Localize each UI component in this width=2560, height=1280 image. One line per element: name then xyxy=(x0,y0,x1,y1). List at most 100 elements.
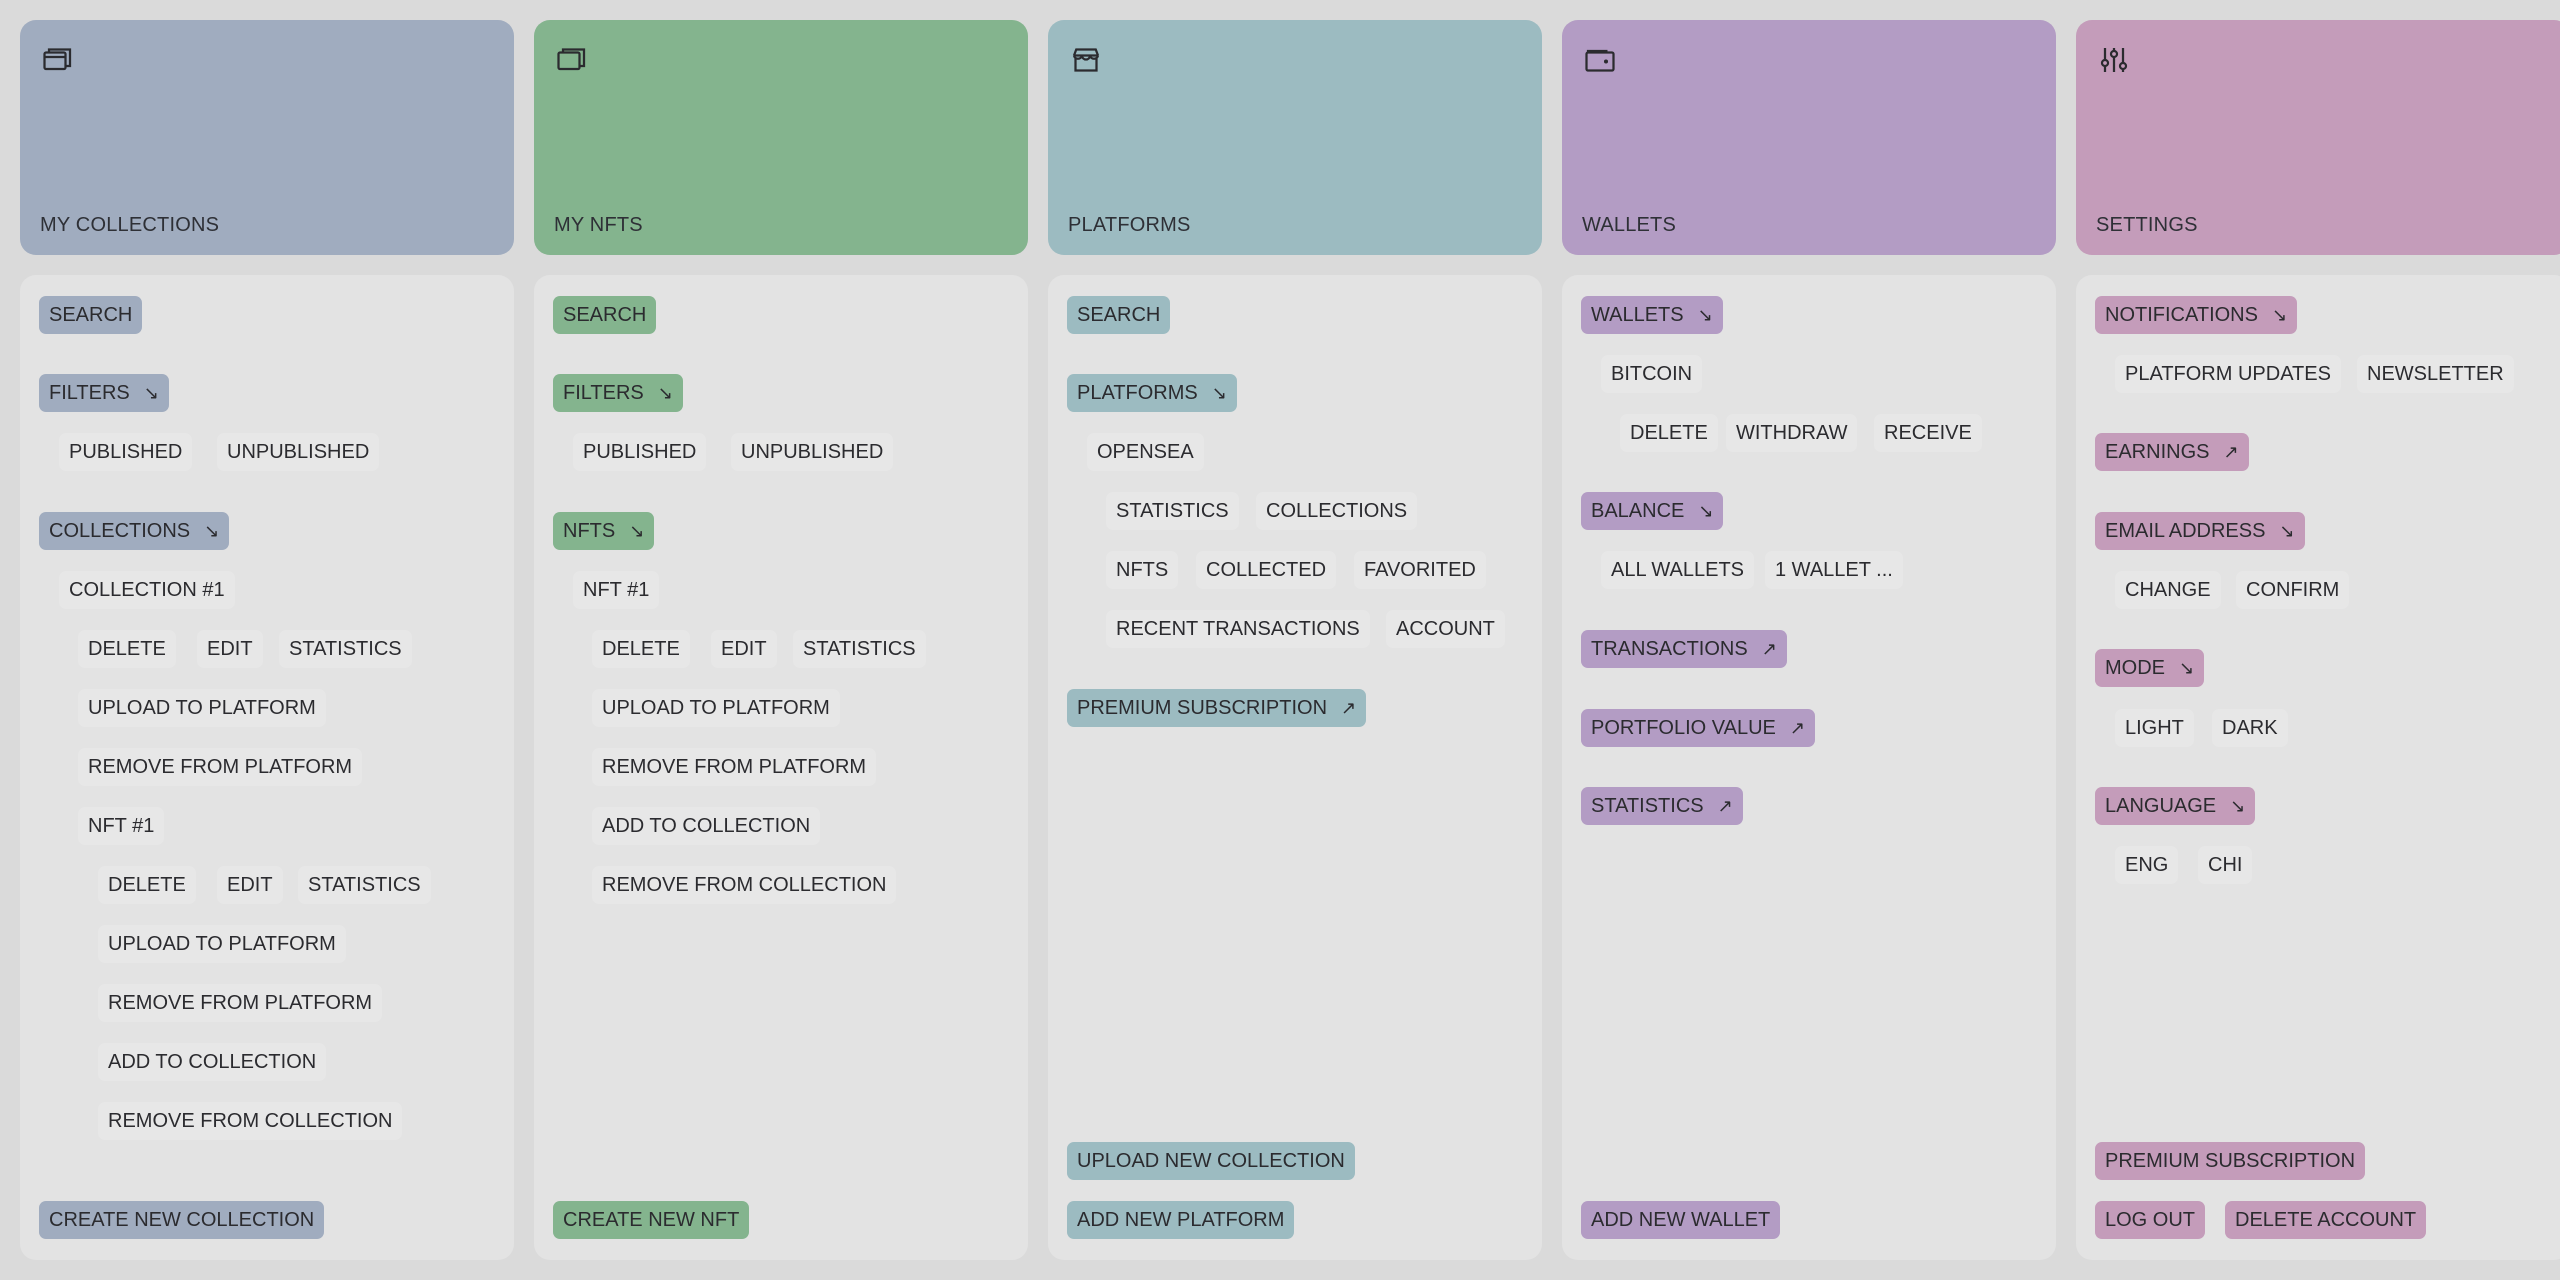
email-confirm-button[interactable]: CONFIRM xyxy=(2236,571,2350,609)
nft-edit-button[interactable]: EDIT xyxy=(711,630,777,668)
create-new-collection-button[interactable]: CREATE NEW COLLECTION xyxy=(39,1201,325,1239)
wallet-bitcoin[interactable]: BITCOIN xyxy=(1601,355,1703,393)
log-out-button[interactable]: LOG OUT xyxy=(2095,1201,2206,1239)
wallets-card[interactable]: WALLETS xyxy=(1562,20,2056,255)
my-nfts-title: MY NFTS xyxy=(554,214,643,236)
language-label: LANGUAGE xyxy=(2105,795,2217,817)
collection-upload-to-platform-button[interactable]: UPLOAD TO PLATFORM xyxy=(78,689,326,727)
email-address-label: EMAIL ADDRESS xyxy=(2105,520,2266,542)
storefront-icon xyxy=(1068,42,1104,78)
nft-remove-from-platform-button[interactable]: REMOVE FROM PLATFORM xyxy=(592,748,877,786)
nft-statistics-button[interactable]: STATISTICS xyxy=(298,866,431,904)
collection-statistics-button[interactable]: STATISTICS xyxy=(279,630,412,668)
nft-upload-to-platform-button[interactable]: UPLOAD TO PLATFORM xyxy=(98,925,346,963)
search-button[interactable]: SEARCH xyxy=(553,296,657,334)
nft-delete-button[interactable]: DELETE xyxy=(98,866,196,904)
platform-favorited-button[interactable]: FAVORITED xyxy=(1354,551,1486,589)
arrow-down-right-icon: ↘ xyxy=(2271,305,2288,325)
nft-statistics-button[interactable]: STATISTICS xyxy=(793,630,926,668)
transactions-link[interactable]: TRANSACTIONS ↗ xyxy=(1581,630,1787,668)
my-collections-panel: SEARCH FILTERS ↘ PUBLISHED UNPUBLISHED CO… xyxy=(20,275,514,1260)
nft-item[interactable]: NFT #1 xyxy=(78,807,165,845)
arrow-down-right-icon: ↘ xyxy=(629,521,645,541)
earnings-link[interactable]: EARNINGS ↗ xyxy=(2095,433,2249,471)
collection-edit-button[interactable]: EDIT xyxy=(197,630,263,668)
wallets-toggle[interactable]: WALLETS ↘ xyxy=(1581,296,1723,334)
mode-toggle[interactable]: MODE ↘ xyxy=(2095,649,2205,687)
delete-account-button[interactable]: DELETE ACCOUNT xyxy=(2225,1201,2427,1239)
nft-remove-from-platform-button[interactable]: REMOVE FROM PLATFORM xyxy=(98,984,383,1022)
filters-label: FILTERS xyxy=(563,382,644,404)
filter-published[interactable]: PUBLISHED xyxy=(59,433,193,471)
filter-published[interactable]: PUBLISHED xyxy=(573,433,707,471)
settings-card[interactable]: SETTINGS xyxy=(2076,20,2560,255)
platform-collected-button[interactable]: COLLECTED xyxy=(1196,551,1337,589)
filter-unpublished[interactable]: UNPUBLISHED xyxy=(217,433,380,471)
premium-subscription-button[interactable]: PREMIUM SUBSCRIPTION xyxy=(2095,1142,2366,1180)
column-my-nfts: MY NFTS SEARCH FILTERS ↘ PUBLISHED UNPUBL… xyxy=(534,0,1028,1280)
wallet-delete-button[interactable]: DELETE xyxy=(1620,414,1718,452)
nfts-label: NFTS xyxy=(563,520,616,542)
add-new-wallet-button[interactable]: ADD NEW WALLET xyxy=(1581,1201,1781,1239)
settings-panel: NOTIFICATIONS ↘ PLATFORM UPDATES NEWSLETT… xyxy=(2076,275,2560,1260)
search-button[interactable]: SEARCH xyxy=(39,296,143,334)
transactions-label: TRANSACTIONS xyxy=(1591,638,1748,660)
nft-remove-from-collection-button[interactable]: REMOVE FROM COLLECTION xyxy=(98,1102,403,1140)
notifications-toggle[interactable]: NOTIFICATIONS ↘ xyxy=(2095,296,2298,334)
column-platforms: PLATFORMS SEARCH PLATFORMS ↘ OPENSEA STAT… xyxy=(1048,0,1542,1280)
nft-upload-to-platform-button[interactable]: UPLOAD TO PLATFORM xyxy=(592,689,840,727)
collection-remove-from-platform-button[interactable]: REMOVE FROM PLATFORM xyxy=(78,748,363,786)
nft-edit-button[interactable]: EDIT xyxy=(217,866,283,904)
balance-one-wallet[interactable]: 1 WALLET ... xyxy=(1765,551,1903,589)
nft-item[interactable]: NFT #1 xyxy=(573,571,660,609)
mode-dark[interactable]: DARK xyxy=(2212,709,2288,747)
language-toggle[interactable]: LANGUAGE ↘ xyxy=(2095,787,2256,825)
create-new-nft-button[interactable]: CREATE NEW NFT xyxy=(553,1201,750,1239)
platform-collections-button[interactable]: COLLECTIONS xyxy=(1256,492,1418,530)
filter-unpublished[interactable]: UNPUBLISHED xyxy=(731,433,894,471)
nft-add-to-collection-button[interactable]: ADD TO COLLECTION xyxy=(592,807,821,845)
platform-recent-transactions-button[interactable]: RECENT TRANSACTIONS xyxy=(1106,610,1370,648)
portfolio-value-link[interactable]: PORTFOLIO VALUE ↗ xyxy=(1581,709,1815,747)
email-address-toggle[interactable]: EMAIL ADDRESS ↘ xyxy=(2095,512,2305,550)
collection-delete-button[interactable]: DELETE xyxy=(78,630,176,668)
collection-item[interactable]: COLLECTION #1 xyxy=(59,571,235,609)
platform-nfts-button[interactable]: NFTS xyxy=(1106,551,1179,589)
add-new-platform-button[interactable]: ADD NEW PLATFORM xyxy=(1067,1201,1295,1239)
statistics-link[interactable]: STATISTICS ↗ xyxy=(1581,787,1743,825)
filters-toggle[interactable]: FILTERS ↘ xyxy=(39,374,169,412)
nft-remove-from-collection-button[interactable]: REMOVE FROM COLLECTION xyxy=(592,866,897,904)
my-nfts-panel: SEARCH FILTERS ↘ PUBLISHED UNPUBLISHED NF… xyxy=(534,275,1028,1260)
wallet-icon xyxy=(1582,42,1618,78)
notification-newsletter[interactable]: NEWSLETTER xyxy=(2357,355,2514,393)
mode-light[interactable]: LIGHT xyxy=(2115,709,2194,747)
balance-toggle[interactable]: BALANCE ↘ xyxy=(1581,492,1724,530)
platform-statistics-button[interactable]: STATISTICS xyxy=(1106,492,1239,530)
nft-add-to-collection-button[interactable]: ADD TO COLLECTION xyxy=(98,1043,327,1081)
notification-platform-updates[interactable]: PLATFORM UPDATES xyxy=(2115,355,2341,393)
wallet-withdraw-button[interactable]: WITHDRAW xyxy=(1726,414,1858,452)
collections-toggle[interactable]: COLLECTIONS ↘ xyxy=(39,512,230,550)
platforms-toggle[interactable]: PLATFORMS ↘ xyxy=(1067,374,1237,412)
arrow-down-right-icon: ↘ xyxy=(2230,796,2246,816)
nfts-toggle[interactable]: NFTS ↘ xyxy=(553,512,655,550)
notifications-label: NOTIFICATIONS xyxy=(2105,304,2258,326)
arrow-up-right-icon: ↗ xyxy=(2223,442,2239,462)
platform-opensea[interactable]: OPENSEA xyxy=(1087,433,1204,471)
mode-label: MODE xyxy=(2105,657,2165,679)
filters-toggle[interactable]: FILTERS ↘ xyxy=(553,374,683,412)
nft-delete-button[interactable]: DELETE xyxy=(592,630,690,668)
search-button[interactable]: SEARCH xyxy=(1067,296,1171,334)
premium-subscription-link[interactable]: PREMIUM SUBSCRIPTION ↗ xyxy=(1067,689,1367,727)
my-collections-card[interactable]: MY COLLECTIONS xyxy=(20,20,514,255)
my-nfts-card[interactable]: MY NFTS xyxy=(534,20,1028,255)
upload-new-collection-button[interactable]: UPLOAD NEW COLLECTION xyxy=(1067,1142,1355,1180)
platform-account-button[interactable]: ACCOUNT xyxy=(1386,610,1505,648)
language-chi[interactable]: CHI xyxy=(2198,846,2253,884)
platforms-card[interactable]: PLATFORMS xyxy=(1048,20,1542,255)
language-eng[interactable]: ENG xyxy=(2115,846,2179,884)
email-change-button[interactable]: CHANGE xyxy=(2115,571,2221,609)
wallet-receive-button[interactable]: RECEIVE xyxy=(1874,414,1982,452)
arrow-down-right-icon: ↘ xyxy=(1697,305,1713,325)
balance-all-wallets[interactable]: ALL WALLETS xyxy=(1601,551,1755,589)
